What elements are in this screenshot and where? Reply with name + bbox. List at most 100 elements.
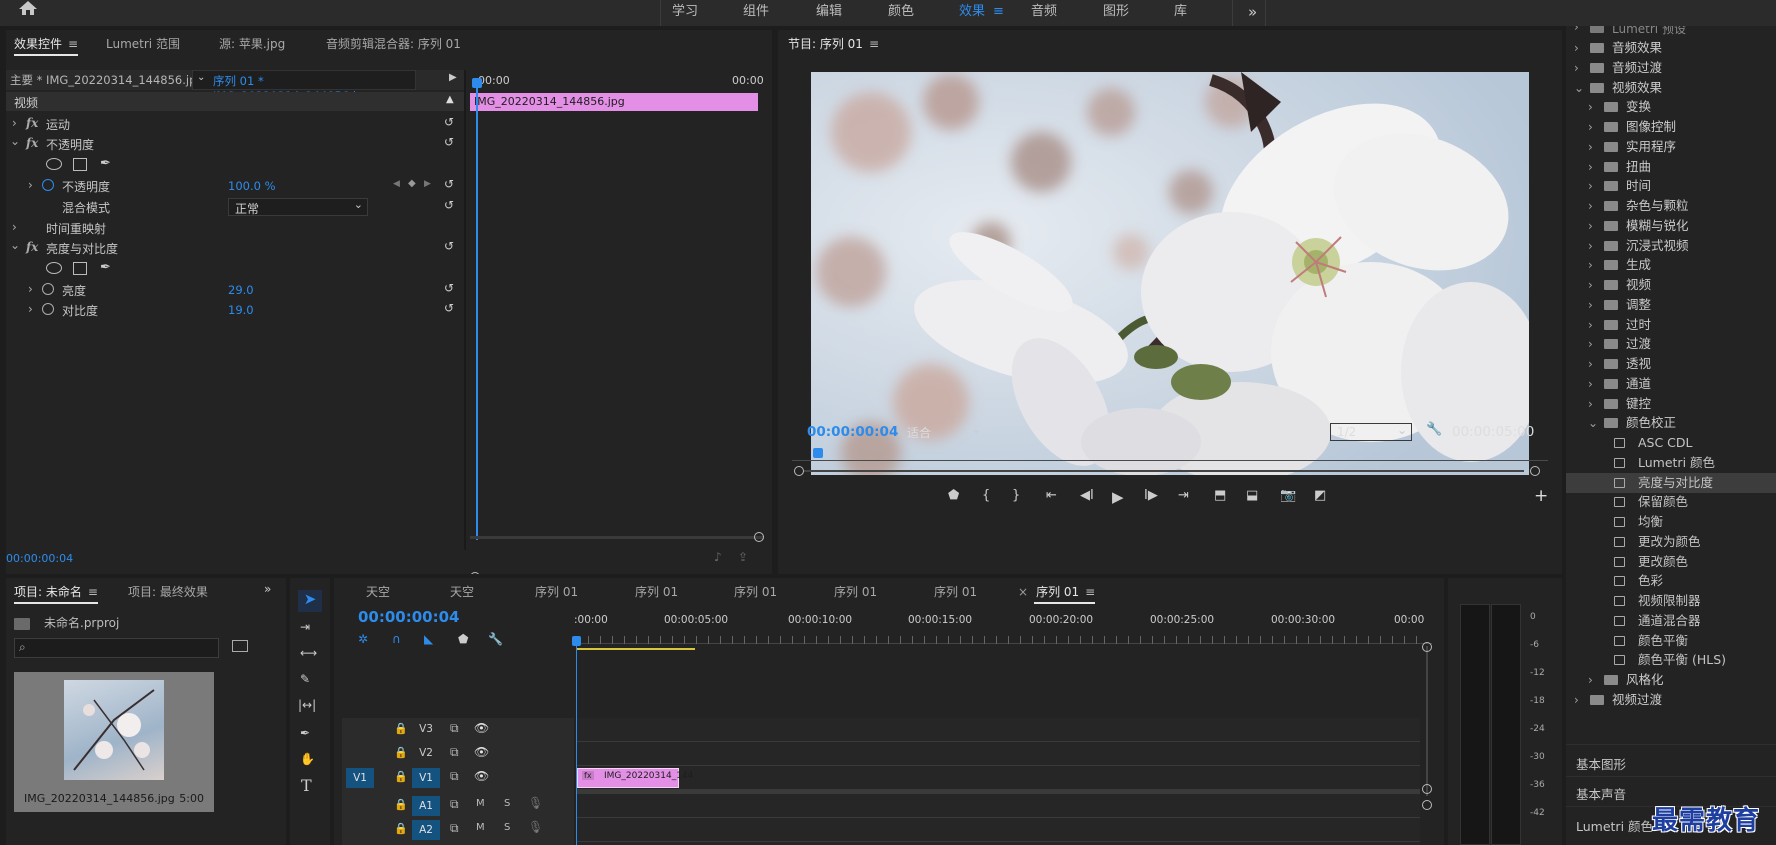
timeline-playhead[interactable] bbox=[576, 640, 577, 845]
track-a1-label[interactable]: A1 bbox=[412, 796, 440, 816]
more-panels-icon[interactable]: » bbox=[264, 582, 271, 596]
effects-folder[interactable]: › 生成 bbox=[1566, 255, 1776, 275]
tab-project-final[interactable]: 项目: 最终效果 bbox=[128, 578, 208, 606]
effects-item[interactable]: 保留颜色 bbox=[1566, 492, 1776, 512]
chevron-right-icon[interactable]: › bbox=[1588, 394, 1593, 414]
brightness-row[interactable]: › 亮度 29.0 ↺ bbox=[6, 280, 464, 300]
chevron-right-icon[interactable]: › bbox=[1588, 354, 1593, 374]
home-icon[interactable] bbox=[18, 0, 38, 16]
scroll-handle-top[interactable] bbox=[1422, 642, 1432, 652]
tab-audio-clip-mixer[interactable]: 音频剪辑混合器: 序列 01 bbox=[326, 30, 461, 58]
tab-program[interactable]: 节目: 序列 01 ≡ bbox=[788, 30, 879, 58]
effects-folder[interactable]: ⌄ 颜色校正 bbox=[1566, 413, 1776, 433]
ellipse-mask-icon[interactable] bbox=[46, 262, 62, 274]
effects-folder[interactable]: › 通道 bbox=[1566, 374, 1776, 394]
program-timecode[interactable]: 00:00:00:04 bbox=[807, 424, 898, 440]
opacity-row[interactable]: ⌄ fx 不透明度 ↺ bbox=[6, 134, 464, 154]
program-video[interactable] bbox=[811, 72, 1529, 475]
effects-folder[interactable]: › 过时 bbox=[1566, 315, 1776, 335]
snap-icon[interactable]: ∩ bbox=[392, 632, 401, 646]
chevron-right-icon[interactable]: › bbox=[1588, 137, 1593, 157]
microphone-icon[interactable]: 🎙 bbox=[528, 820, 543, 834]
solo-button[interactable]: S bbox=[504, 822, 510, 833]
timeline-playhead-head[interactable] bbox=[572, 636, 581, 646]
contrast-row[interactable]: › 对比度 19.0 ↺ bbox=[6, 300, 464, 320]
step-forward-icon[interactable]: I▶ bbox=[1144, 488, 1158, 503]
chevron-right-icon[interactable]: › bbox=[1588, 157, 1593, 177]
effects-item[interactable]: 亮度与对比度 bbox=[1566, 472, 1776, 493]
scroll-handle-bottom[interactable] bbox=[1422, 800, 1432, 810]
opacity-value[interactable]: 100.0 % bbox=[228, 179, 276, 193]
tab-effect-controls[interactable]: 效果控件 ≡ bbox=[14, 30, 79, 58]
ec-scrollbar[interactable] bbox=[470, 536, 764, 539]
brightness-contrast-row[interactable]: ⌄ fx 亮度与对比度 ↺ bbox=[6, 238, 464, 258]
effects-folder[interactable]: › 过渡 bbox=[1566, 334, 1776, 354]
ellipse-mask-icon[interactable] bbox=[46, 158, 62, 170]
export-frame-icon[interactable]: 📷 bbox=[1280, 488, 1296, 503]
play-audio-icon[interactable]: ▶ bbox=[449, 72, 457, 83]
panel-lumetri-color[interactable]: Lumetri 颜色 bbox=[1576, 816, 1653, 835]
work-area-bar[interactable] bbox=[577, 648, 695, 650]
effects-folder[interactable]: › 透视 bbox=[1566, 354, 1776, 374]
workspace-menu-icon[interactable]: ≡ bbox=[993, 4, 1004, 19]
program-scrollbar[interactable] bbox=[804, 470, 1524, 472]
more-workspaces-icon[interactable]: » bbox=[1248, 3, 1257, 21]
add-marker-icon[interactable]: ⬟ bbox=[948, 488, 959, 503]
sequence-clip-selector[interactable]: ⌄ 序列 01 * IMG_20220314_144856.jpg bbox=[192, 70, 416, 103]
expand-chevron-icon[interactable]: › bbox=[28, 302, 33, 316]
workspace-editing[interactable]: 编辑 bbox=[816, 0, 842, 24]
lock-icon[interactable]: 🔒 bbox=[394, 822, 408, 835]
effects-folder[interactable]: › 音频效果 bbox=[1566, 38, 1776, 58]
slip-tool-icon[interactable]: |↔| bbox=[298, 698, 316, 712]
go-to-out-icon[interactable]: ⇥ bbox=[1178, 488, 1189, 503]
panel-essential-sound[interactable]: 基本声音 bbox=[1576, 784, 1626, 803]
type-tool-icon[interactable]: T bbox=[301, 776, 312, 795]
lock-icon[interactable]: 🔒 bbox=[394, 722, 408, 735]
effects-item[interactable]: 色彩 bbox=[1566, 571, 1776, 591]
ec-scroll-end[interactable] bbox=[754, 532, 764, 542]
eye-icon[interactable]: 👁 bbox=[474, 721, 489, 735]
reset-icon[interactable]: ↺ bbox=[444, 177, 454, 191]
timeline-timecode[interactable]: 00:00:00:04 bbox=[358, 608, 460, 626]
sync-lock-icon[interactable]: ⧉ bbox=[450, 797, 459, 812]
ec-playhead-head[interactable] bbox=[472, 78, 482, 88]
effects-folder[interactable]: › 模糊与锐化 bbox=[1566, 216, 1776, 236]
workspace-learn[interactable]: 学习 bbox=[672, 0, 698, 24]
export-frame-icon[interactable]: ⇪ bbox=[738, 550, 748, 564]
sync-lock-icon[interactable]: ⧉ bbox=[450, 769, 459, 784]
nest-icon[interactable]: ✲ bbox=[358, 632, 368, 646]
reset-icon[interactable]: ↺ bbox=[444, 135, 454, 149]
effects-folder[interactable]: › 时间 bbox=[1566, 176, 1776, 196]
scroll-handle-mid[interactable] bbox=[1422, 784, 1432, 794]
ripple-edit-tool-icon[interactable]: ⟷ bbox=[300, 646, 317, 660]
reset-icon[interactable]: ↺ bbox=[444, 198, 454, 212]
brightness-value[interactable]: 29.0 bbox=[228, 283, 254, 297]
effects-folder[interactable]: › 视频过渡 bbox=[1566, 690, 1776, 710]
collapse-chevron-icon[interactable]: ⌄ bbox=[10, 134, 20, 148]
chevron-right-icon[interactable]: › bbox=[1588, 97, 1593, 117]
add-marker-icon[interactable]: ⬟ bbox=[458, 632, 468, 646]
chevron-right-icon[interactable]: › bbox=[1588, 334, 1593, 354]
chevron-right-icon[interactable]: › bbox=[1588, 117, 1593, 137]
pen-mask-icon[interactable]: ✒ bbox=[100, 156, 111, 171]
pen-mask-icon[interactable]: ✒ bbox=[100, 260, 111, 275]
effects-folder[interactable]: › 实用程序 bbox=[1566, 137, 1776, 157]
sync-lock-icon[interactable]: ⧉ bbox=[450, 721, 459, 736]
effects-folder[interactable]: › 变换 bbox=[1566, 97, 1776, 117]
tab-lumetri-scopes[interactable]: Lumetri 范围 bbox=[106, 30, 180, 58]
audio-only-icon[interactable]: ♪ bbox=[714, 550, 722, 564]
mark-in-icon[interactable]: { bbox=[982, 488, 990, 503]
collapse-chevron-icon[interactable]: ⌄ bbox=[10, 238, 20, 252]
tab-sequence-3[interactable]: 序列 01 bbox=[734, 578, 777, 606]
tab-source[interactable]: 源: 苹果.jpg bbox=[219, 30, 285, 58]
prev-keyframe-icon[interactable]: ◀ bbox=[393, 179, 400, 189]
effects-item[interactable]: Lumetri 颜色 bbox=[1566, 453, 1776, 473]
play-icon[interactable]: ▶ bbox=[1112, 488, 1124, 506]
expand-chevron-icon[interactable]: › bbox=[12, 220, 17, 234]
eye-icon[interactable]: 👁 bbox=[474, 769, 489, 783]
chevron-right-icon[interactable]: › bbox=[1588, 295, 1593, 315]
lift-icon[interactable]: ⬒ bbox=[1214, 488, 1226, 503]
comparison-view-icon[interactable]: ◩ bbox=[1314, 488, 1326, 503]
effects-folder[interactable]: › 键控 bbox=[1566, 394, 1776, 414]
tab-project-untitled[interactable]: 项目: 未命名 ≡ bbox=[14, 578, 98, 606]
